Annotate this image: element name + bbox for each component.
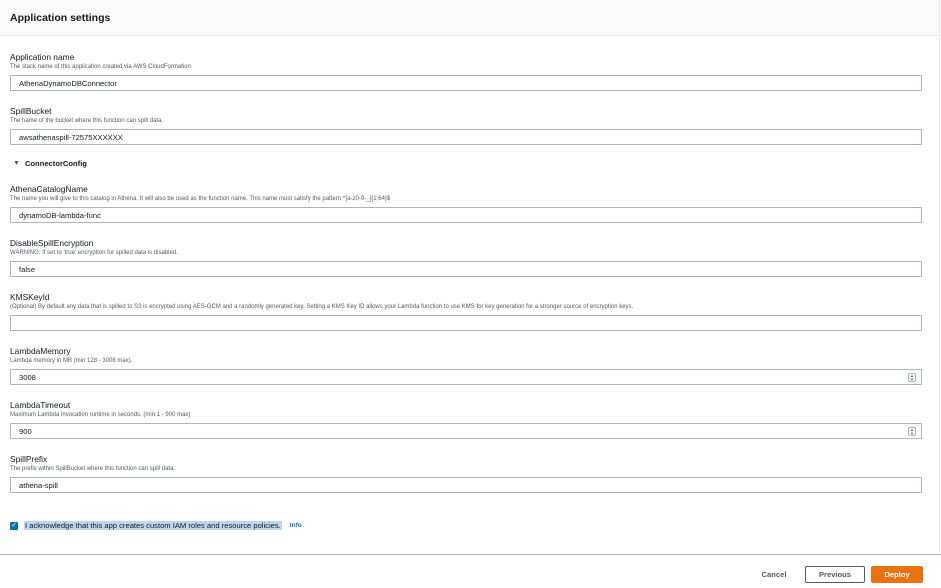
acknowledge-checkbox[interactable]: ✓ [10, 521, 18, 530]
field-description: The name of the bucket where this functi… [10, 118, 164, 124]
footer-bar: Cancel Previous Deploy [0, 554, 941, 588]
input-value: false [19, 264, 36, 274]
application-name-input[interactable]: AthenaDynamoDBConnector [10, 75, 922, 91]
spill-bucket-input[interactable]: awsathenaspill-72575XXXXXX [10, 129, 922, 145]
field-description: The prefix within SpillBucket where this… [10, 466, 176, 472]
field-disable-spill-encryption: DisableSpillEncryption WARNING: If set t… [10, 239, 922, 277]
field-description: The stack name of this application creat… [10, 64, 191, 70]
settings-form: Application name The stack name of this … [0, 53, 939, 493]
acknowledge-row: ✓ I acknowledge that this app creates cu… [10, 521, 302, 530]
disable-spill-encryption-input[interactable]: false [10, 261, 922, 277]
input-value: 900 [19, 426, 32, 436]
field-application-name: Application name The stack name of this … [10, 53, 922, 91]
field-description: WARNING: If set to 'true' encryption for… [10, 250, 178, 256]
athena-catalog-name-input[interactable]: dynamoDB-lambda-func [10, 207, 922, 223]
kms-key-id-input[interactable] [10, 315, 922, 331]
field-label: KMSKeyId [10, 292, 50, 302]
connector-config-toggle[interactable]: ▼ ConnectorConfig [10, 158, 922, 168]
panel-header: Application settings [0, 0, 939, 36]
info-link[interactable]: Info [290, 522, 302, 529]
field-label: LambdaMemory [10, 346, 71, 356]
lambda-memory-input[interactable]: 3008 ▲ ▼ [10, 369, 922, 385]
field-lambda-memory: LambdaMemory Lambda memory in MB (min 12… [10, 347, 922, 385]
input-value: dynamoDB-lambda-func [19, 210, 101, 220]
input-value: awsathenaspill-72575XXXXXX [19, 132, 123, 142]
input-value: athena-spill [19, 480, 58, 490]
field-description: (Optional) By default any data that is s… [10, 304, 634, 310]
application-settings-panel: Application settings Application name Th… [0, 0, 940, 554]
field-kms-key-id: KMSKeyId (Optional) By default any data … [10, 293, 922, 331]
field-label: SpillBucket [10, 106, 52, 116]
field-label: AthenaCatalogName [10, 184, 88, 194]
acknowledge-text[interactable]: I acknowledge that this app creates cust… [24, 521, 282, 530]
field-description: The name you will give to this catalog i… [10, 196, 391, 202]
previous-button[interactable]: Previous [805, 566, 865, 583]
field-spill-bucket: SpillBucket The name of the bucket where… [10, 107, 922, 145]
lambda-timeout-input[interactable]: 900 ▲ ▼ [10, 423, 922, 439]
input-value: 3008 [19, 372, 36, 382]
input-value: AthenaDynamoDBConnector [19, 78, 117, 88]
field-label: SpillPrefix [10, 454, 48, 464]
field-description: Maximum Lambda invocation runtime in sec… [10, 412, 191, 418]
field-description: Lambda memory in MB (min 128 - 3008 max)… [10, 358, 133, 364]
field-spill-prefix: SpillPrefix The prefix within SpillBucke… [10, 455, 922, 493]
panel-title: Application settings [10, 11, 111, 24]
field-label: Application name [10, 52, 75, 62]
field-lambda-timeout: LambdaTimeout Maximum Lambda invocation … [10, 401, 922, 439]
spill-prefix-input[interactable]: athena-spill [10, 477, 922, 493]
caret-down-icon: ▼ [13, 159, 20, 167]
field-label: DisableSpillEncryption [10, 238, 94, 248]
section-label: ConnectorConfig [24, 158, 87, 168]
deploy-button[interactable]: Deploy [871, 566, 923, 583]
field-label: LambdaTimeout [10, 400, 71, 410]
field-athena-catalog-name: AthenaCatalogName The name you will give… [10, 185, 922, 223]
number-stepper[interactable]: ▲ ▼ [908, 427, 916, 436]
number-stepper[interactable]: ▲ ▼ [908, 373, 916, 382]
cancel-button[interactable]: Cancel [752, 566, 796, 583]
